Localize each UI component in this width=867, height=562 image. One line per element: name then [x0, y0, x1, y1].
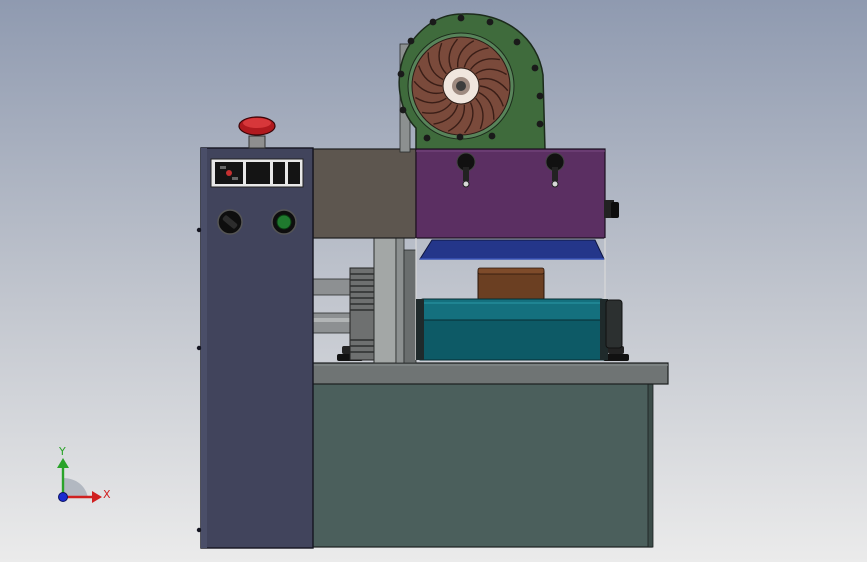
- worktop-plate: [311, 362, 669, 385]
- product-block: [477, 267, 545, 301]
- coordinate-triad: Y X: [57, 445, 111, 503]
- green-start-button[interactable]: [271, 209, 297, 235]
- control-cabinet: [196, 147, 314, 549]
- vertical-support-column: [373, 236, 397, 364]
- selector-switch[interactable]: [217, 209, 243, 235]
- emergency-stop-button[interactable]: [238, 116, 276, 149]
- triad-x-label: X: [103, 488, 111, 501]
- cad-viewport[interactable]: Y X: [0, 0, 867, 562]
- drive-gear: [349, 267, 377, 361]
- triad-y-label: Y: [58, 445, 66, 458]
- base-cabinet-side-edge: [647, 382, 654, 548]
- temperature-controller[interactable]: [210, 158, 304, 188]
- tan-drive-housing: [312, 148, 417, 239]
- side-knob[interactable]: [604, 200, 619, 218]
- heater-box: [415, 148, 606, 239]
- conveyor-belt: [416, 298, 608, 361]
- base-cabinet: [311, 382, 653, 548]
- conveyor-end-bracket: [605, 299, 623, 349]
- blue-hood: [419, 239, 605, 260]
- centrifugal-blower: [397, 13, 546, 151]
